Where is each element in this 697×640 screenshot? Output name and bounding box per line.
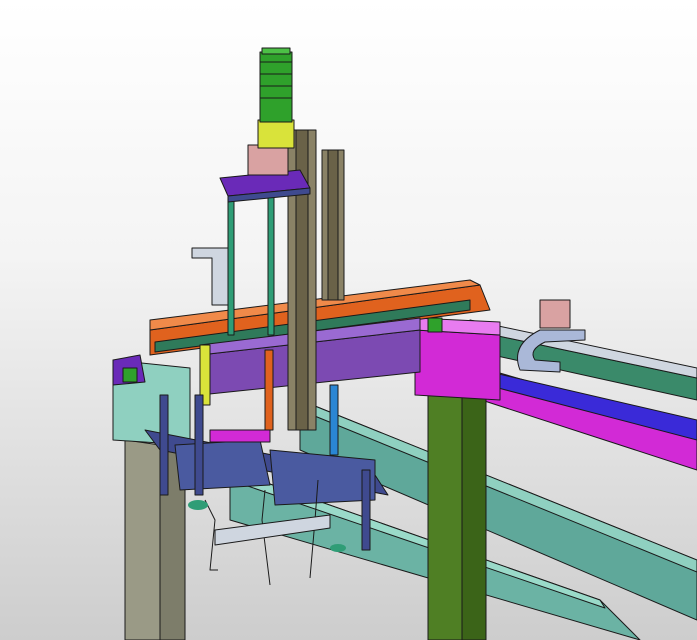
cad-viewport[interactable] [0,0,697,640]
servo-motor [257,47,295,149]
gantry-assembly-model [112,47,697,640]
support-leg-left [112,354,191,640]
